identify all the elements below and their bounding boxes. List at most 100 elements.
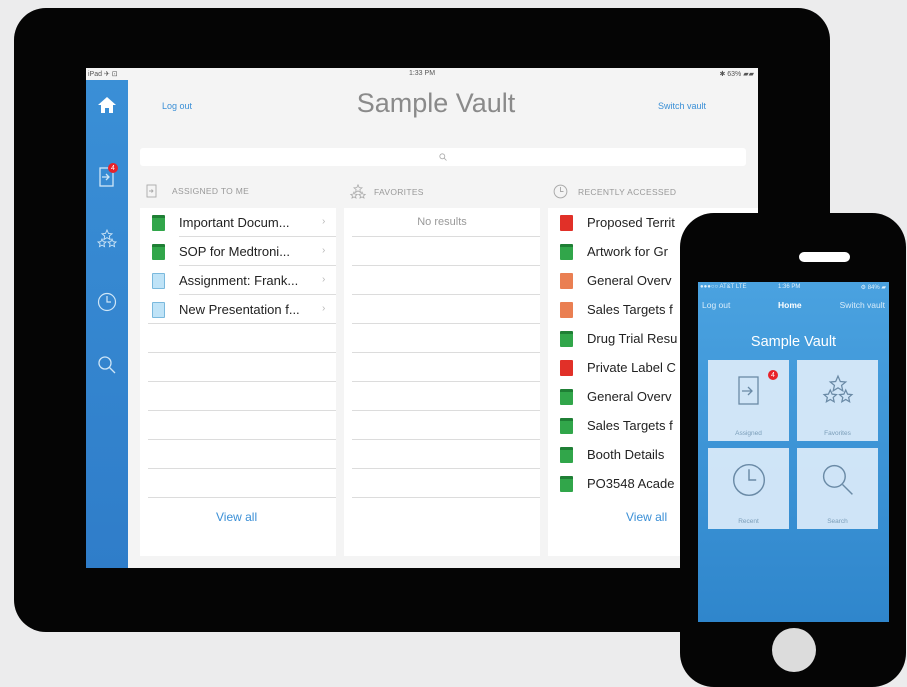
favorites-tile[interactable]: Favorites [797, 360, 878, 441]
empty-row [140, 411, 336, 440]
search-icon [822, 464, 853, 495]
chevron-right-icon: › [322, 303, 326, 314]
logout-link[interactable]: Log out [162, 101, 192, 111]
chevron-right-icon: › [322, 245, 326, 256]
view-all-assigned-link[interactable]: View all [216, 510, 257, 524]
empty-row [344, 295, 540, 324]
empty-row [140, 469, 336, 498]
clock-icon [553, 184, 568, 199]
green-doc-icon [152, 215, 165, 231]
blue-doc-icon [152, 302, 165, 318]
empty-row [344, 353, 540, 382]
favorites-icon [96, 229, 118, 248]
recent-heading: RECENTLY ACCESSED [553, 184, 676, 199]
no-results-text: No results [417, 216, 467, 228]
phone-home-button[interactable] [772, 628, 816, 672]
empty-row [344, 237, 540, 266]
favorites-icon [349, 184, 367, 199]
tile-icon-wrap [708, 374, 789, 408]
green-doc-icon [560, 244, 573, 260]
list-item[interactable]: SOP for Medtroni... › [140, 237, 336, 266]
phone-speaker [799, 252, 850, 262]
chevron-right-icon: › [322, 274, 326, 285]
orange-doc-icon [560, 302, 573, 318]
empty-state-row: No results [344, 208, 540, 237]
empty-row [344, 469, 540, 498]
recent-heading-label: RECENTLY ACCESSED [578, 186, 677, 197]
list-item[interactable]: Important Docum... › [140, 208, 336, 237]
switch-vault-link[interactable]: Switch vault [658, 101, 706, 111]
favorites-heading: FAVORITES [348, 184, 424, 200]
pdf-icon [560, 360, 573, 376]
divider [148, 497, 336, 498]
phone-status-battery: ⚙ 84% ▰ [860, 285, 886, 291]
sidebar-item-recent[interactable] [86, 285, 128, 319]
sidebar: 4 [86, 80, 128, 568]
phone-logout-link[interactable]: Log out [702, 300, 730, 310]
tile-label: Assigned [735, 430, 762, 437]
phone-screen: ●●●○○ AT&T LTE 1:36 PM ⚙ 84% ▰ Log out H… [698, 282, 889, 622]
green-doc-icon [152, 244, 165, 260]
clock-icon [732, 463, 765, 497]
sidebar-item-home[interactable] [86, 88, 128, 122]
empty-row [344, 411, 540, 440]
empty-row [344, 382, 540, 411]
empty-row [344, 266, 540, 295]
assigned-tile[interactable]: 4 Assigned [708, 360, 789, 441]
search-icon [439, 153, 447, 161]
blue-doc-icon [152, 273, 165, 289]
green-doc-icon [560, 418, 573, 434]
green-doc-icon [560, 476, 573, 492]
phone-status-time: 1:36 PM [778, 284, 801, 290]
sidebar-item-search[interactable] [86, 348, 128, 382]
phone-title: Sample Vault [750, 334, 837, 350]
phone-home-tab[interactable]: Home [778, 300, 802, 310]
tile-label: Search [827, 518, 848, 525]
view-all-recent-link[interactable]: View all [626, 510, 667, 524]
divider [352, 497, 540, 498]
orange-doc-icon [560, 273, 573, 289]
tablet-status-bar: iPad ✈ ⊡ 1:33 PM ✱ 63% ▰▰ [86, 68, 758, 82]
empty-row [140, 353, 336, 382]
green-doc-icon [560, 331, 573, 347]
assigned-heading: ASSIGNED TO ME [146, 184, 249, 198]
tile-icon-wrap [797, 374, 878, 406]
home-icon [98, 97, 116, 113]
list-item-label: Assignment: Frank... [179, 273, 299, 288]
assigned-icon [146, 184, 157, 198]
sidebar-item-favorites[interactable] [86, 222, 128, 256]
assigned-list: Important Docum... › SOP for Medtroni...… [140, 208, 336, 556]
list-item[interactable]: New Presentation f... › [140, 295, 336, 324]
phone-switch-vault-link[interactable]: Switch vault [840, 300, 885, 310]
status-time: 1:33 PM [408, 70, 436, 77]
tablet-screen: iPad ✈ ⊡ 1:33 PM ✱ 63% ▰▰ 4 Log out Samp… [86, 68, 758, 568]
green-doc-icon [560, 447, 573, 463]
sidebar-item-assigned[interactable]: 4 [86, 160, 128, 194]
recent-tile[interactable]: Recent [708, 448, 789, 529]
empty-row [344, 324, 540, 353]
empty-row [140, 382, 336, 411]
search-tile[interactable]: Search [797, 448, 878, 529]
tile-icon-wrap [797, 462, 878, 498]
assigned-badge: 4 [768, 370, 778, 380]
empty-row [140, 440, 336, 469]
assigned-heading-label: ASSIGNED TO ME [172, 186, 250, 196]
green-doc-icon [560, 389, 573, 405]
phone-status-carrier: ●●●○○ AT&T LTE [700, 284, 747, 290]
tile-label: Recent [738, 518, 759, 525]
search-icon [98, 356, 116, 374]
favorites-heading-label: FAVORITES [374, 187, 424, 197]
page-title: Sample Vault [356, 88, 516, 118]
favorites-icon [822, 374, 853, 404]
tile-label: Favorites [824, 430, 851, 437]
search-input[interactable] [140, 148, 746, 166]
list-item-label: SOP for Medtroni... [179, 244, 291, 259]
clock-icon [97, 292, 117, 312]
favorites-list: No results [344, 208, 540, 556]
list-item[interactable]: Assignment: Frank... › [140, 266, 336, 295]
list-item-label: Important Docum... [179, 215, 290, 230]
chevron-right-icon: › [322, 216, 326, 227]
empty-row [344, 440, 540, 469]
empty-row [140, 324, 336, 353]
pdf-icon [560, 215, 573, 231]
